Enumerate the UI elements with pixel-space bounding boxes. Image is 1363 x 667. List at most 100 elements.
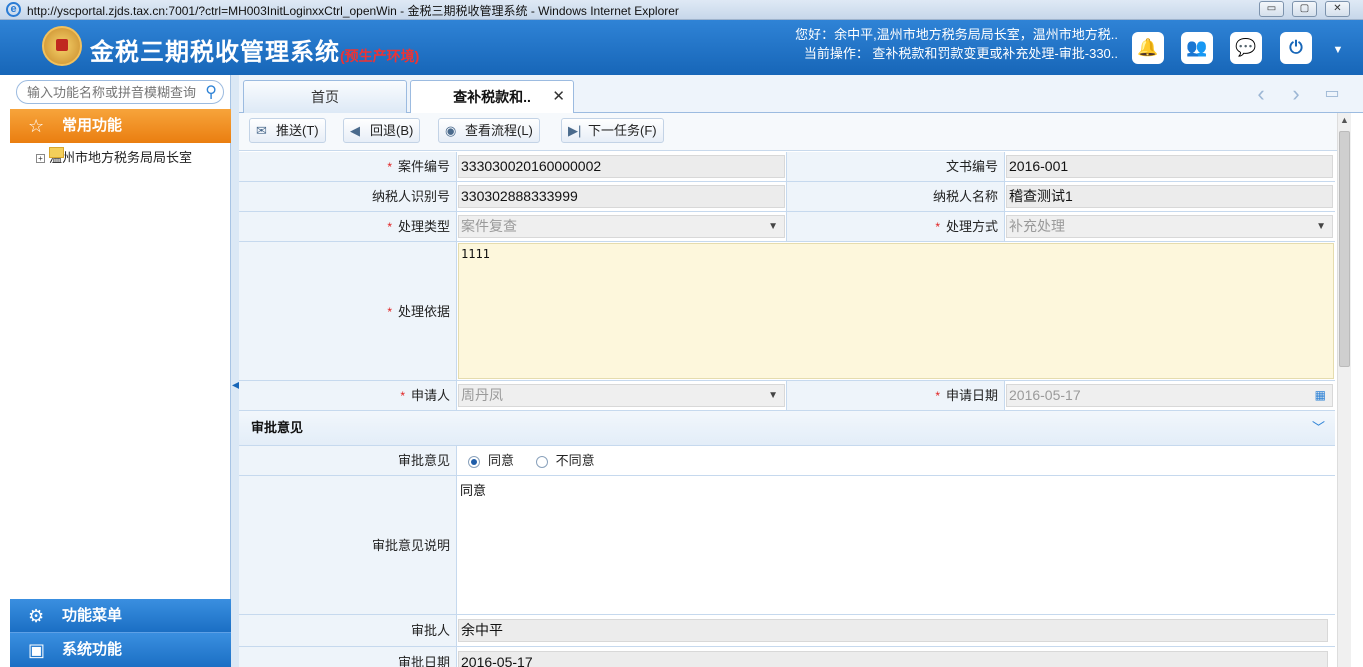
remark-textarea[interactable]: 同意	[458, 476, 1334, 614]
approval-date-field[interactable]: 2016-05-17	[458, 651, 1328, 667]
power-icon[interactable]: ⏻	[1280, 32, 1312, 64]
doc-no-field[interactable]: 2016-001	[1006, 155, 1333, 178]
case-no-field[interactable]: 333030020160000002	[458, 155, 785, 178]
environment-label: (预生产环境)	[340, 48, 420, 64]
nav-common-functions[interactable]: ☆ 常用功能	[10, 109, 231, 143]
case-form: * 案件编号 333030020160000002 文书编号 2016-001 纳…	[239, 152, 1335, 667]
chevron-down-icon[interactable]: ﹀	[1312, 411, 1325, 445]
calendar-icon[interactable]: ▦	[1315, 385, 1326, 406]
mail-icon: ✉	[256, 123, 267, 138]
approval-section-title: 审批意见	[251, 420, 304, 435]
basis-textarea[interactable]: 1111	[458, 243, 1334, 379]
apply-date-value: 2016-05-17	[1009, 387, 1081, 403]
users-icon[interactable]: 👥	[1181, 32, 1213, 64]
function-search-input[interactable]	[27, 84, 197, 101]
next-task-button[interactable]: ▶| 下一任务(F)	[561, 118, 664, 143]
form-row: 审批人 余中平	[239, 615, 1335, 647]
form-row: 审批意见 同意 不同意	[239, 446, 1335, 476]
dropdown-arrow-icon[interactable]: ▼	[768, 385, 778, 406]
folder-icon	[49, 147, 64, 158]
basis-label: * 处理依据	[239, 242, 457, 380]
maximize-panel-icon[interactable]: ▭	[1316, 79, 1348, 111]
view-flow-button[interactable]: ◉ 查看流程(L)	[438, 118, 540, 143]
remark-label: 审批意见说明	[239, 476, 457, 614]
opinion-label: 审批意见	[239, 446, 457, 475]
approver-field[interactable]: 余中平	[458, 619, 1328, 642]
process-type-value: 案件复查	[461, 218, 517, 234]
tree-item-label: 温州市地方税务局局长室	[49, 150, 193, 165]
process-method-select[interactable]: 补充处理 ▼	[1006, 215, 1333, 238]
nav-common-label: 常用功能	[62, 117, 123, 134]
monitor-icon: ▣	[28, 640, 46, 660]
agree-radio[interactable]: 同意	[468, 453, 514, 468]
bell-icon[interactable]: 🔔	[1132, 32, 1164, 64]
eye-icon: ◉	[445, 123, 457, 138]
maximize-button[interactable]: ▢	[1292, 1, 1317, 17]
taxpayer-id-field[interactable]: 330302888333999	[458, 185, 785, 208]
applicant-select[interactable]: 周丹凤 ▼	[458, 384, 785, 407]
search-icon[interactable]: ⚲	[205, 82, 217, 102]
required-mark: *	[400, 389, 405, 403]
tax-emblem-logo	[42, 26, 82, 66]
expand-icon[interactable]: +	[36, 154, 45, 164]
tab-current-label: 查补税款和..	[453, 89, 531, 105]
chat-icon[interactable]: 💬	[1230, 32, 1262, 64]
tree-item[interactable]: + 温州市地方税务局局长室	[36, 147, 192, 166]
required-mark: *	[387, 220, 392, 234]
vertical-scrollbar[interactable]: ▲	[1337, 113, 1351, 667]
tab-current[interactable]: 查补税款和.. ✕	[410, 80, 574, 114]
applicant-label-text: 申请人	[410, 388, 450, 403]
star-icon: ☆	[28, 116, 45, 136]
radio-unchecked-icon[interactable]	[535, 455, 548, 468]
process-type-select[interactable]: 案件复查 ▼	[458, 215, 785, 238]
close-window-button[interactable]: ✕	[1325, 1, 1350, 17]
dropdown-arrow-icon[interactable]: ▼	[768, 216, 778, 237]
required-mark: *	[935, 389, 940, 403]
form-row: * 处理类型 案件复查 ▼ * 处理方式 补充处理 ▼	[239, 212, 1335, 242]
process-type-label-text: 处理类型	[397, 219, 450, 234]
next-task-label: 下一任务(F)	[588, 123, 657, 138]
approver-label: 审批人	[239, 615, 457, 646]
toolbar: ✉ 推送(T) ◀ 回退(B) ◉ 查看流程(L) ▶| 下一任务(F)	[239, 113, 1337, 151]
tab-prev-icon[interactable]: ‹	[1245, 79, 1277, 111]
nav-system-label: 系统功能	[62, 641, 123, 658]
process-type-label: * 处理类型	[239, 212, 457, 241]
push-button[interactable]: ✉ 推送(T)	[249, 118, 326, 143]
nav-system-functions[interactable]: ▣ 系统功能	[10, 633, 231, 667]
form-row: * 案件编号 333030020160000002 文书编号 2016-001	[239, 152, 1335, 182]
approval-date-label: 审批日期	[239, 647, 457, 667]
function-search[interactable]: ⚲	[16, 80, 224, 104]
applicant-label: * 申请人	[239, 381, 457, 410]
sidebar-splitter[interactable]: ◀	[231, 75, 240, 667]
form-row: 审批意见说明 同意	[239, 476, 1335, 615]
disagree-radio[interactable]: 不同意	[535, 453, 595, 468]
view-flow-label: 查看流程(L)	[465, 123, 533, 138]
tab-home[interactable]: 首页	[243, 80, 407, 113]
close-tab-icon[interactable]: ✕	[552, 81, 565, 113]
applicant-value: 周丹凤	[461, 387, 503, 403]
form-row: * 处理依据 1111	[239, 242, 1335, 381]
scroll-thumb[interactable]	[1339, 131, 1350, 367]
taxpayer-name-field[interactable]: 稽查测试1	[1006, 185, 1333, 208]
system-name: 金税三期税收管理系统	[90, 39, 340, 66]
apply-date-field[interactable]: 2016-05-17 ▦	[1006, 384, 1333, 407]
taxpayer-id-label: 纳税人识别号	[239, 182, 457, 211]
case-no-label-text: 案件编号	[397, 159, 450, 174]
dropdown-arrow-icon[interactable]: ▼	[1316, 216, 1326, 237]
push-label: 推送(T)	[276, 123, 319, 138]
process-method-value: 补充处理	[1009, 218, 1065, 234]
gear-icon: ⚙	[28, 606, 45, 626]
apply-date-label: * 申请日期	[786, 381, 1005, 410]
tab-next-icon[interactable]: ›	[1280, 79, 1312, 111]
back-button[interactable]: ◀ 回退(B)	[343, 118, 421, 143]
scroll-up-icon[interactable]: ▲	[1338, 115, 1351, 125]
approval-section-header[interactable]: 审批意见 ﹀	[239, 411, 1335, 446]
sidebar: ⚲ ☆ 常用功能 + 温州市地方税务局局长室 ⚙ 功能菜单 ▣ 系统功能	[10, 75, 231, 667]
nav-function-menu[interactable]: ⚙ 功能菜单	[10, 599, 231, 633]
chevron-down-icon[interactable]: ▼	[1328, 40, 1348, 60]
required-mark: *	[387, 160, 392, 174]
minimize-button[interactable]: ▭	[1259, 1, 1284, 17]
disagree-label: 不同意	[555, 453, 595, 468]
radio-checked-icon[interactable]	[468, 455, 480, 468]
form-row: 纳税人识别号 330302888333999 纳税人名称 稽查测试1	[239, 182, 1335, 212]
